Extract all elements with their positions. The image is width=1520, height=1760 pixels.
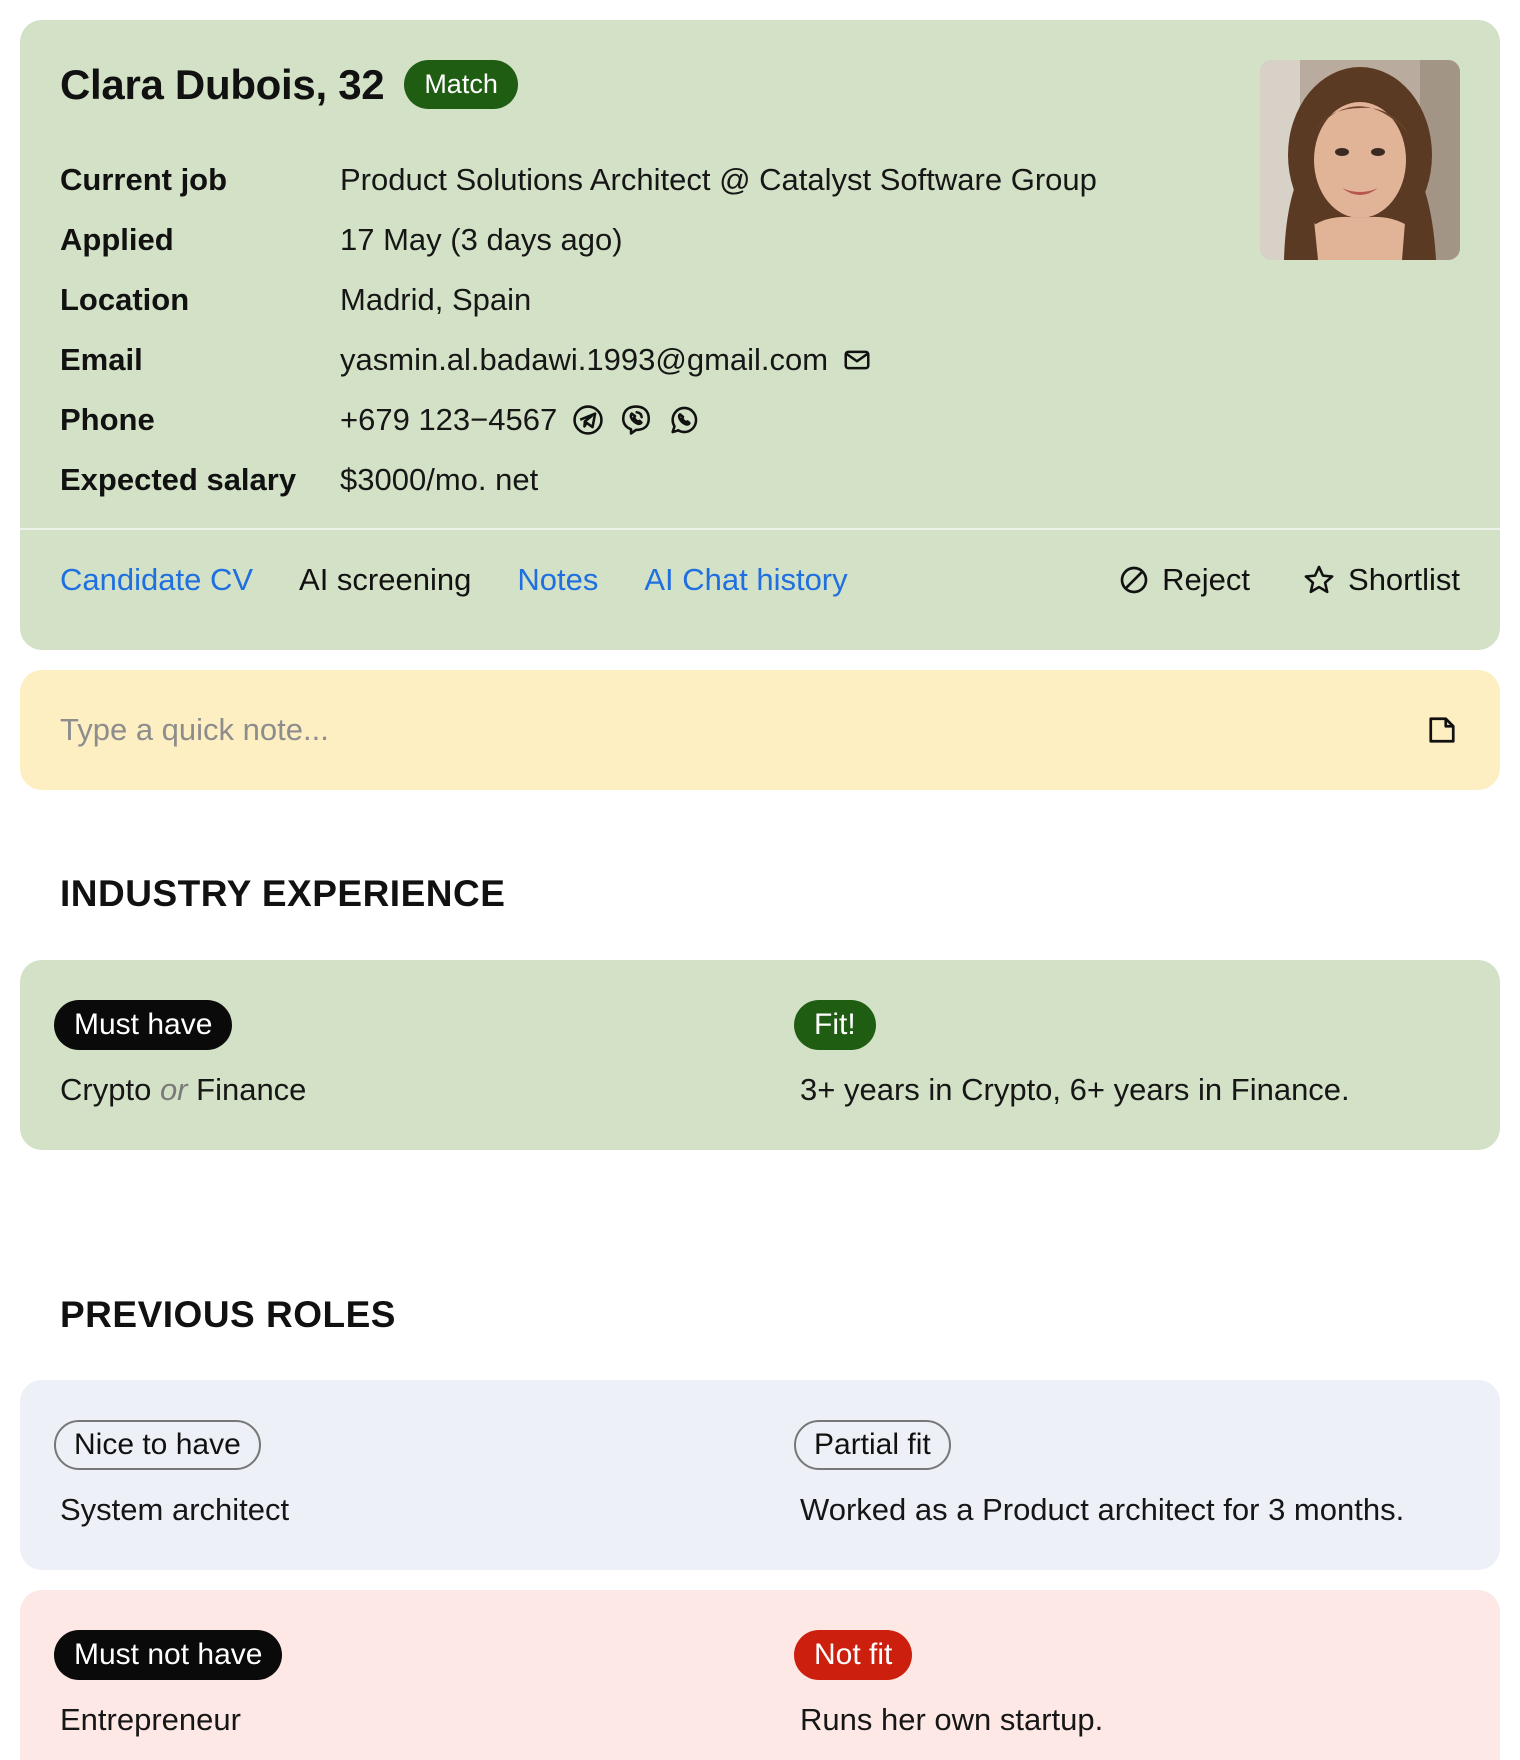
quick-note-input[interactable] [60,670,1360,790]
email-value-wrap: yasmin.al.badawi.1993@gmail.com [340,342,872,378]
detail-label: Email [60,342,143,377]
tab-ai-chat-history[interactable]: AI Chat history [644,562,847,598]
section-title-industry: INDUSTRY EXPERIENCE [60,873,506,914]
verdict-tag: Fit! [794,1000,876,1050]
candidate-name: Clara Dubois, 32 [60,60,385,108]
note-icon[interactable] [1424,712,1460,753]
card-divider [20,528,1500,530]
detail-value: 17 May (3 days ago) [340,222,623,257]
requirement-text: Entrepreneur [60,1702,241,1737]
verdict-column: Fit! 3+ years in Crypto, 6+ years in Fin… [794,1000,1350,1108]
requirement-option: Crypto [60,1072,152,1107]
shortlist-button[interactable]: Shortlist [1302,562,1460,598]
tab-candidate-cv[interactable]: Candidate CV [60,562,253,598]
detail-row-email: Email yasmin.al.badawi.1993@gmail.com [60,330,1097,390]
candidate-photo [1260,60,1460,260]
telegram-icon[interactable] [571,403,605,437]
requirement-column: Must have Crypto or Finance [54,1000,306,1108]
detail-value: Madrid, Spain [340,282,532,317]
candidate-header: Clara Dubois, 32 Match [60,60,518,109]
requirement-card-role-nice: Nice to have System architect Partial fi… [20,1380,1500,1570]
section-title-roles: PREVIOUS ROLES [60,1294,396,1335]
whatsapp-icon[interactable] [667,403,701,437]
detail-label: Expected salary [60,462,297,497]
detail-label: Phone [60,402,155,437]
requirement-option: Finance [196,1072,307,1107]
detail-label: Current job [60,162,228,197]
candidate-details: Current job Product Solutions Architect … [60,150,1097,510]
detail-label: Location [60,282,190,317]
requirement-column: Must not have Entrepreneur [54,1630,283,1738]
tab-notes[interactable]: Notes [517,562,598,598]
requirement-card-role-mustnot: Must not have Entrepreneur Not fit Runs … [20,1590,1500,1760]
requirement-tag: Must not have [54,1630,283,1680]
phone-value-wrap: +679 123−4567 [340,402,701,438]
requirement-text: System architect [60,1492,290,1527]
tab-ai-screening[interactable]: AI screening [299,562,471,598]
verdict-column: Partial fit Worked as a Product architec… [794,1420,1404,1528]
ban-icon [1120,566,1148,594]
detail-value: $3000/mo. net [340,462,539,497]
detail-label: Applied [60,222,174,257]
detail-row-salary: Expected salary $3000/mo. net [60,450,1097,510]
requirement-tag: Must have [54,1000,233,1050]
phone-value[interactable]: +679 123−4567 [340,402,557,438]
requirement-or: or [159,1072,188,1107]
candidate-profile-card: Clara Dubois, 32 Match Current job Produ… [20,20,1500,650]
detail-value: Product Solutions Architect @ Catalyst S… [340,162,1097,197]
shortlist-label: Shortlist [1348,562,1460,597]
detail-row-current-job: Current job Product Solutions Architect … [60,150,1097,210]
requirement-tag: Nice to have [54,1420,261,1470]
detail-row-location: Location Madrid, Spain [60,270,1097,330]
verdict-text: 3+ years in Crypto, 6+ years in Finance. [800,1072,1350,1107]
requirement-card-industry: Must have Crypto or Finance Fit! 3+ year… [20,960,1500,1150]
reject-label: Reject [1162,562,1251,597]
match-badge: Match [404,60,518,109]
mail-icon[interactable] [842,345,872,375]
candidate-actions: Reject Shortlist [1066,562,1460,598]
reject-button[interactable]: Reject [1118,562,1250,598]
verdict-tag: Partial fit [794,1420,951,1470]
verdict-text: Runs her own startup. [800,1702,1104,1737]
requirement-column: Nice to have System architect [54,1420,289,1528]
star-icon [1304,565,1334,594]
detail-row-phone: Phone +679 123−4567 [60,390,1097,450]
email-value[interactable]: yasmin.al.badawi.1993@gmail.com [340,342,828,378]
verdict-text: Worked as a Product architect for 3 mont… [800,1492,1405,1527]
verdict-tag: Not fit [794,1630,913,1680]
candidate-tabs: Candidate CV AI screening Notes AI Chat … [60,550,1460,610]
quick-note-card [20,670,1500,790]
viber-icon[interactable] [619,403,653,437]
verdict-column: Not fit Runs her own startup. [794,1630,1103,1738]
requirement-text: Crypto or Finance [60,1072,306,1108]
detail-row-applied: Applied 17 May (3 days ago) [60,210,1097,270]
